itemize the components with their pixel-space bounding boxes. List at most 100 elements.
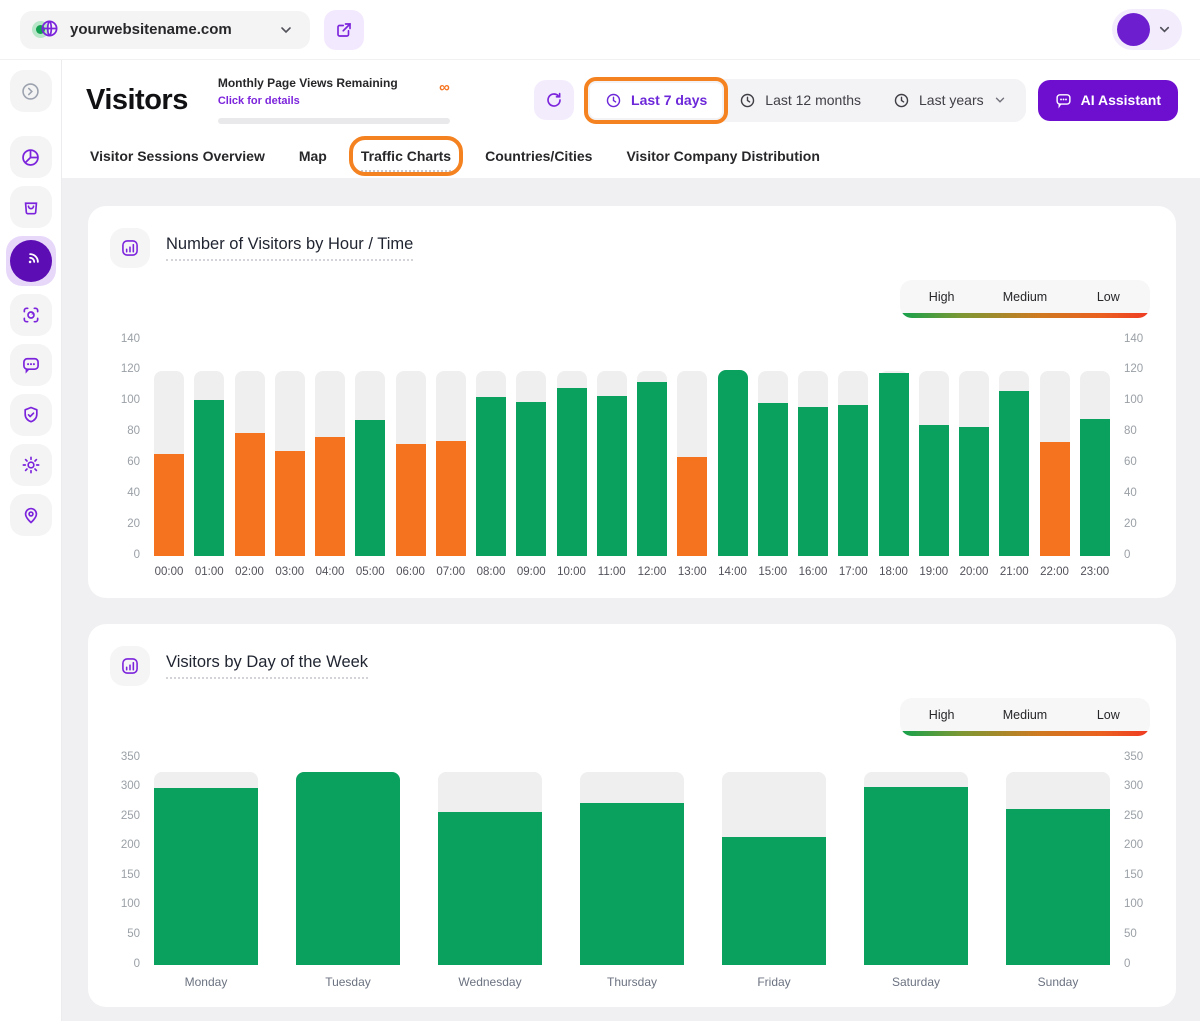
quota-details-link[interactable]: Click for details xyxy=(218,95,300,107)
bar-06-00[interactable]: 06:00 xyxy=(396,371,426,580)
clock-icon xyxy=(893,92,910,109)
y-axis-right: 140120100806040200 xyxy=(1116,340,1150,556)
bar-tuesday[interactable]: Tuesday xyxy=(296,772,400,989)
bar-fill xyxy=(355,420,385,556)
bar-16-00[interactable]: 16:00 xyxy=(798,371,828,580)
y-tick: 350 xyxy=(121,752,140,764)
top-bar: yourwebsitename.com xyxy=(0,0,1200,60)
bar-13-00[interactable]: 13:00 xyxy=(677,371,707,580)
bar-17-00[interactable]: 17:00 xyxy=(838,371,868,580)
bar-track xyxy=(677,371,707,556)
sidebar-item-location[interactable] xyxy=(10,494,52,536)
x-label: Friday xyxy=(757,965,790,989)
x-label: 00:00 xyxy=(155,556,184,580)
sidebar-item-security[interactable] xyxy=(10,394,52,436)
tab-visitor-company-distribution[interactable]: Visitor Company Distribution xyxy=(626,148,819,164)
y-tick: 120 xyxy=(121,364,140,376)
tab-map[interactable]: Map xyxy=(299,148,327,164)
x-label: 06:00 xyxy=(396,556,425,580)
focus-capture-icon xyxy=(21,305,41,325)
y-tick: 0 xyxy=(1124,959,1130,971)
quota-widget: Monthly Page Views Remaining Click for d… xyxy=(218,76,450,124)
bar-22-00[interactable]: 22:00 xyxy=(1040,371,1070,580)
bar-09-00[interactable]: 09:00 xyxy=(516,371,546,580)
bar-07-00[interactable]: 07:00 xyxy=(436,371,466,580)
bar-fill xyxy=(722,837,826,964)
bar-saturday[interactable]: Saturday xyxy=(864,772,968,989)
sidebar-item-collapse[interactable] xyxy=(10,70,52,112)
y-tick: 40 xyxy=(1124,488,1137,500)
sidebar-item-visitors[interactable] xyxy=(6,236,56,286)
website-selector[interactable]: yourwebsitename.com xyxy=(20,11,310,49)
bar-friday[interactable]: Friday xyxy=(722,772,826,989)
bar-fill xyxy=(436,441,466,557)
y-tick: 20 xyxy=(127,519,140,531)
x-label: Tuesday xyxy=(325,965,371,989)
x-label: 09:00 xyxy=(517,556,546,580)
refresh-button[interactable] xyxy=(534,80,574,120)
bar-track xyxy=(999,371,1029,556)
heat-legend: HighMediumLow xyxy=(900,280,1150,318)
bar-11-00[interactable]: 11:00 xyxy=(597,371,627,580)
bar-00-00[interactable]: 00:00 xyxy=(154,371,184,580)
bar-10-00[interactable]: 10:00 xyxy=(557,371,587,580)
filter-label: Last 7 days xyxy=(631,92,707,108)
bar-fill xyxy=(1040,442,1070,556)
bar-wednesday[interactable]: Wednesday xyxy=(438,772,542,989)
bar-track xyxy=(194,371,224,556)
shield-check-icon xyxy=(21,405,41,425)
open-website-button[interactable] xyxy=(324,10,364,50)
sidebar-item-dashboard[interactable] xyxy=(10,136,52,178)
sidebar-item-capture[interactable] xyxy=(10,294,52,336)
filter-last-7-days[interactable]: Last 7 days xyxy=(590,83,722,118)
x-label: Sunday xyxy=(1038,965,1079,989)
tab-traffic-charts[interactable]: Traffic Charts xyxy=(361,148,451,164)
plot-area: 00:00 01:00 02:00 03:00 04:00 05:00 06:00 07:00… xyxy=(148,371,1116,580)
y-tick: 150 xyxy=(121,870,140,882)
bar-track xyxy=(436,371,466,556)
filter-last-years[interactable]: Last years xyxy=(878,83,1022,118)
bar-18-00[interactable]: 18:00 xyxy=(879,371,909,580)
bar-21-00[interactable]: 21:00 xyxy=(999,371,1029,580)
y-tick: 80 xyxy=(127,426,140,438)
bar-02-00[interactable]: 02:00 xyxy=(235,371,265,580)
bar-monday[interactable]: Monday xyxy=(154,772,258,989)
bar-14-00[interactable]: 14:00 xyxy=(718,371,748,580)
sidebar-item-chat[interactable] xyxy=(10,344,52,386)
bar-05-00[interactable]: 05:00 xyxy=(355,371,385,580)
bar-15-00[interactable]: 15:00 xyxy=(758,371,788,580)
sidebar-item-settings[interactable] xyxy=(10,444,52,486)
bar-04-00[interactable]: 04:00 xyxy=(315,371,345,580)
bar-20-00[interactable]: 20:00 xyxy=(959,371,989,580)
user-menu[interactable] xyxy=(1112,9,1182,50)
quota-progress-bar xyxy=(218,118,450,124)
filter-last-12-months[interactable]: Last 12 months xyxy=(724,83,876,118)
tab-countries-cities[interactable]: Countries/Cities xyxy=(485,148,592,164)
x-label: 14:00 xyxy=(718,556,747,580)
bar-fill xyxy=(838,405,868,556)
bar-01-00[interactable]: 01:00 xyxy=(194,371,224,580)
bar-23-00[interactable]: 23:00 xyxy=(1080,371,1110,580)
bar-thursday[interactable]: Thursday xyxy=(580,772,684,989)
bar-fill xyxy=(396,444,426,557)
bar-track xyxy=(275,371,305,556)
ai-assistant-button[interactable]: AI Assistant xyxy=(1038,80,1178,121)
bar-08-00[interactable]: 08:00 xyxy=(476,371,506,580)
x-label: Thursday xyxy=(607,965,657,989)
bar-19-00[interactable]: 19:00 xyxy=(919,371,949,580)
refresh-icon xyxy=(545,91,563,109)
sidebar-item-orders[interactable] xyxy=(10,186,52,228)
filter-label: Last 12 months xyxy=(765,92,861,108)
bar-03-00[interactable]: 03:00 xyxy=(275,371,305,580)
bar-track xyxy=(557,371,587,556)
x-label: 03:00 xyxy=(275,556,304,580)
bar-track xyxy=(355,371,385,556)
x-label: 18:00 xyxy=(879,556,908,580)
chart-title: Visitors by Day of the Week xyxy=(166,653,368,679)
bar-12-00[interactable]: 12:00 xyxy=(637,371,667,580)
tab-visitor-sessions-overview[interactable]: Visitor Sessions Overview xyxy=(90,148,265,164)
bar-sunday[interactable]: Sunday xyxy=(1006,772,1110,989)
bar-track xyxy=(718,371,748,556)
x-label: 17:00 xyxy=(839,556,868,580)
tab-label: Countries/Cities xyxy=(485,148,592,170)
